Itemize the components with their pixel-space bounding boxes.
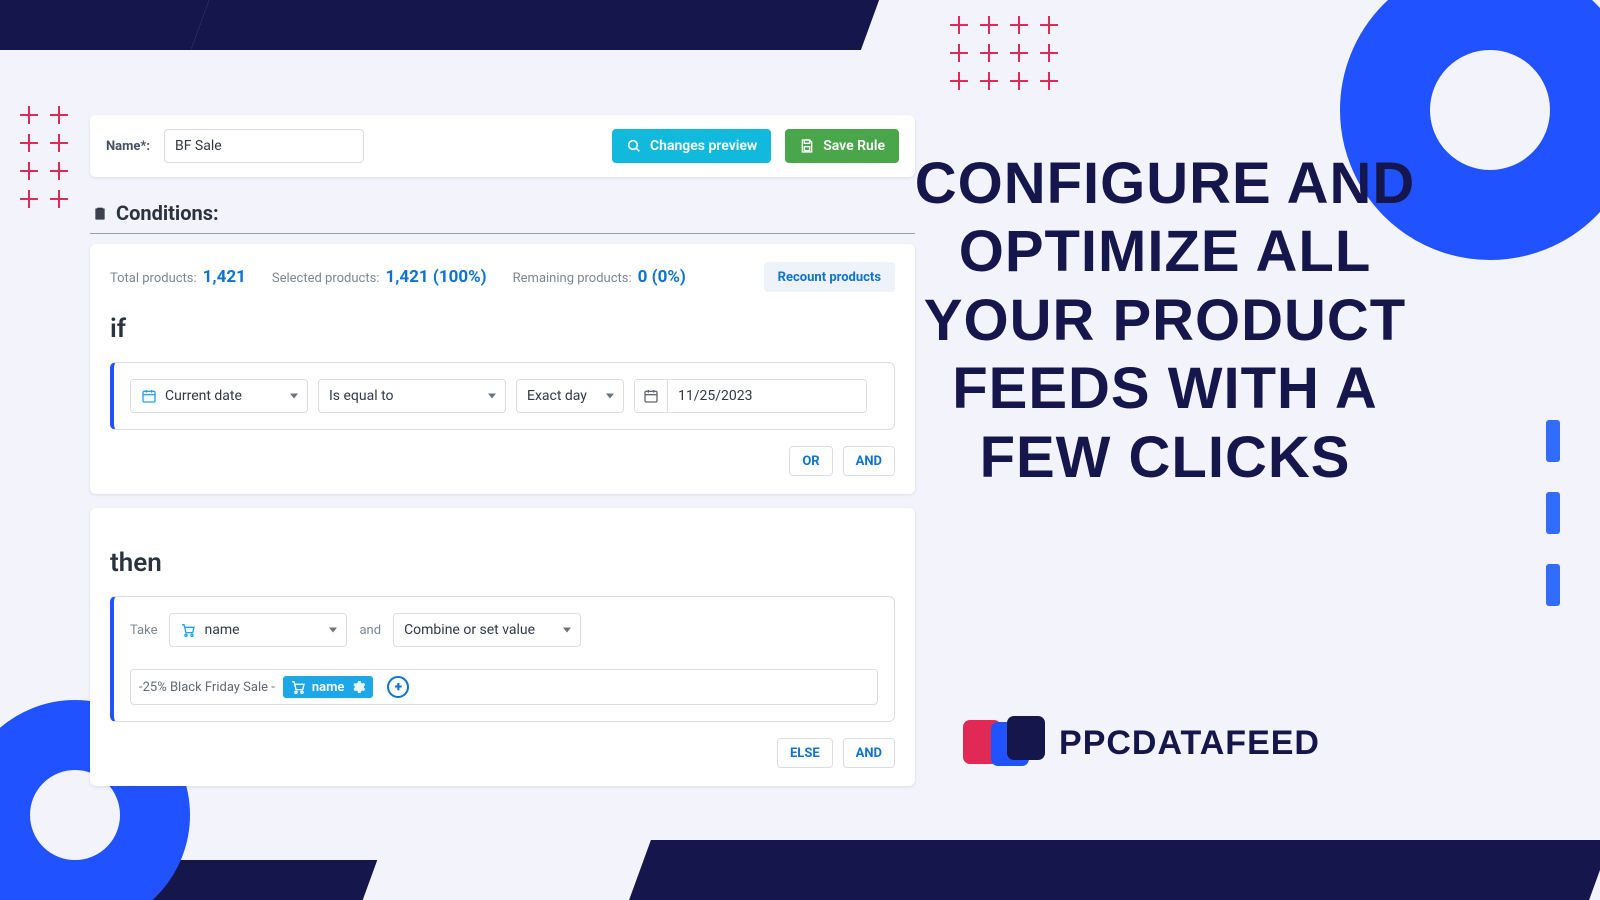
then-keyword: then	[110, 548, 895, 578]
if-condition-block: Current date Is equal to Exact day	[110, 362, 895, 430]
if-keyword: if	[110, 314, 895, 344]
hero-headline: Configure and optimize all your product …	[900, 150, 1430, 492]
if-or-button[interactable]: OR	[789, 446, 832, 476]
recount-products-button[interactable]: Recount products	[764, 262, 895, 292]
and-label: and	[359, 623, 381, 638]
field-chip[interactable]: name	[283, 676, 374, 698]
then-and-button[interactable]: AND	[843, 738, 895, 768]
action-select[interactable]: Combine or set value	[393, 613, 581, 647]
add-token-button[interactable]: +	[387, 676, 409, 698]
calendar-icon	[643, 388, 659, 404]
name-label: Name*:	[106, 139, 150, 154]
gear-icon	[350, 679, 366, 695]
save-rule-button[interactable]: Save Rule	[785, 129, 899, 163]
value-template-input[interactable]: -25% Black Friday Sale - name +	[130, 669, 878, 705]
if-and-button[interactable]: AND	[843, 446, 895, 476]
brand-name: PPCDATAFEED	[1059, 724, 1320, 763]
changes-preview-button[interactable]: Changes preview	[612, 129, 771, 163]
cart-icon	[180, 622, 196, 638]
brand-logo: PPCDATAFEED	[963, 716, 1320, 770]
rule-header: Name*: Changes preview Save Rule	[90, 115, 915, 177]
brand-mark-icon	[963, 716, 1041, 770]
remaining-products-label: Remaining products:0 (0%)	[513, 267, 686, 287]
clipboard-icon	[92, 205, 108, 221]
search-icon	[626, 138, 642, 154]
conditions-heading: Conditions:	[90, 191, 915, 234]
rule-name-input[interactable]	[164, 129, 364, 163]
calendar-icon	[141, 388, 157, 404]
then-else-button[interactable]: ELSE	[777, 738, 833, 768]
take-field-select[interactable]: name	[169, 613, 347, 647]
condition-field-select[interactable]: Current date	[130, 379, 308, 413]
value-template-text: -25% Black Friday Sale -	[139, 680, 275, 695]
changes-preview-label: Changes preview	[650, 138, 757, 154]
condition-precision-select[interactable]: Exact day	[516, 379, 624, 413]
date-picker-button[interactable]	[634, 379, 668, 413]
cart-icon	[290, 679, 306, 695]
condition-operator-select[interactable]: Is equal to	[318, 379, 506, 413]
then-card: then Take name and Combine or set value …	[90, 508, 915, 786]
take-label: Take	[130, 623, 157, 638]
save-icon	[799, 138, 815, 154]
condition-date-input[interactable]	[668, 379, 867, 413]
then-action-block: Take name and Combine or set value -25% …	[110, 596, 895, 722]
total-products-label: Total products:1,421	[110, 267, 246, 287]
save-rule-label: Save Rule	[823, 138, 885, 154]
if-card: Total products:1,421 Selected products:1…	[90, 244, 915, 494]
selected-products-label: Selected products:1,421 (100%)	[272, 267, 487, 287]
